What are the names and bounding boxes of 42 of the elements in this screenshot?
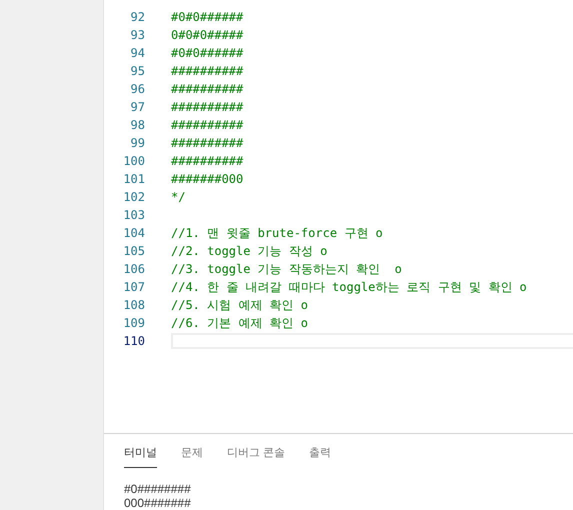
code-line: ########## bbox=[171, 118, 244, 132]
code-line: //2. toggle 기능 작성 o bbox=[171, 242, 328, 260]
code-line: ########## bbox=[171, 64, 244, 78]
line-number: 93 bbox=[130, 28, 145, 42]
code-line: ########## bbox=[171, 154, 244, 168]
code-line: //5. 시험 예제 확인 o bbox=[171, 296, 308, 314]
code-line: */ bbox=[171, 190, 186, 204]
code-line: ########## bbox=[171, 100, 244, 114]
code-line: #######000 bbox=[171, 172, 244, 186]
code-line: //6. 기본 예제 확인 o bbox=[171, 314, 308, 332]
line-number: 101 bbox=[122, 172, 145, 186]
panel-tab[interactable]: 디버그 콘솔 bbox=[227, 445, 286, 468]
code-line: //1. 맨 윗줄 brute-force 구현 o bbox=[171, 224, 383, 242]
line-number: 103 bbox=[122, 208, 145, 222]
line-number: 108 bbox=[122, 298, 145, 312]
line-number: 94 bbox=[130, 46, 145, 60]
code-line: //4. 한 줄 내려갈 때마다 toggle하는 로직 구현 및 확인 o bbox=[171, 278, 527, 296]
line-number: 97 bbox=[130, 100, 145, 114]
line-number: 92 bbox=[130, 10, 145, 24]
line-number: 99 bbox=[130, 136, 145, 150]
line-number: 110 bbox=[122, 334, 145, 348]
code-line: //3. toggle 기능 작동하는지 확인 o bbox=[171, 260, 402, 278]
line-number: 95 bbox=[130, 64, 145, 78]
code-line: #0#0###### bbox=[171, 46, 244, 60]
code-line: #0#0###### bbox=[171, 10, 244, 24]
terminal-output-line: 000####### bbox=[124, 496, 192, 510]
panel-tab[interactable]: 터미널 bbox=[124, 445, 157, 468]
terminal-output-line: #0######## bbox=[124, 482, 192, 496]
code-line: ########## bbox=[171, 136, 244, 150]
line-number: 104 bbox=[122, 226, 145, 240]
line-number: 107 bbox=[122, 280, 145, 294]
line-number: 98 bbox=[130, 118, 145, 132]
line-number: 106 bbox=[122, 262, 145, 276]
line-number: 109 bbox=[122, 316, 145, 330]
line-number: 102 bbox=[122, 190, 145, 204]
code-line: ########## bbox=[171, 82, 244, 96]
panel-tab[interactable]: 문제 bbox=[181, 445, 203, 468]
code-line: 0#0#0##### bbox=[171, 28, 244, 42]
line-number: 105 bbox=[122, 244, 145, 258]
panel-tab[interactable]: 출력 bbox=[309, 445, 332, 468]
line-number: 96 bbox=[130, 82, 145, 96]
line-number: 100 bbox=[122, 154, 145, 168]
